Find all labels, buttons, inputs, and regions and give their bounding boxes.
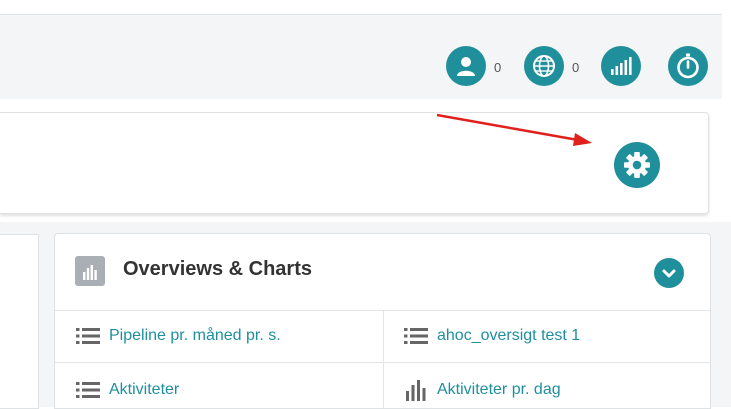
overviews-charts-widget: Overviews & Charts Pipeline pr. måned pr… (54, 233, 711, 409)
divider (383, 310, 384, 408)
chevron-down-icon (662, 269, 676, 278)
annotation-arrow (436, 113, 592, 146)
item-label: Aktiviteter pr. dag (437, 381, 561, 398)
settings-button[interactable] (614, 142, 660, 188)
collapse-button[interactable] (654, 258, 684, 288)
list-icon (404, 328, 428, 344)
gear-icon (624, 152, 650, 178)
list-icon (76, 382, 100, 398)
user-icon (457, 57, 475, 76)
left-panel (0, 234, 39, 409)
globe-button[interactable] (524, 46, 564, 86)
list-icon (76, 328, 100, 344)
stopwatch-icon (677, 53, 699, 79)
overview-item-aktiviteter-pr-dag[interactable]: Aktiviteter pr. dag (403, 373, 561, 407)
item-label: Pipeline pr. måned pr. s. (109, 327, 281, 344)
bar-chart-icon (75, 256, 105, 286)
globe-count: 0 (572, 60, 580, 75)
overview-item-aktiviteter[interactable]: Aktiviteter (75, 373, 179, 407)
overview-item-pipeline[interactable]: Pipeline pr. måned pr. s. (75, 319, 281, 353)
timer-button[interactable] (668, 46, 708, 86)
item-label: ahoc_oversigt test 1 (437, 327, 581, 344)
widget-title: Overviews & Charts (123, 258, 312, 280)
overview-item-ahoc[interactable]: ahoc_oversigt test 1 (403, 319, 580, 353)
globe-icon (533, 55, 555, 77)
bar-chart-icon (406, 380, 426, 401)
user-count: 0 (494, 60, 502, 75)
signal-bars-icon (611, 57, 632, 75)
user-button[interactable] (446, 46, 486, 86)
signal-button[interactable] (601, 46, 641, 86)
item-label: Aktiviteter (109, 381, 180, 398)
